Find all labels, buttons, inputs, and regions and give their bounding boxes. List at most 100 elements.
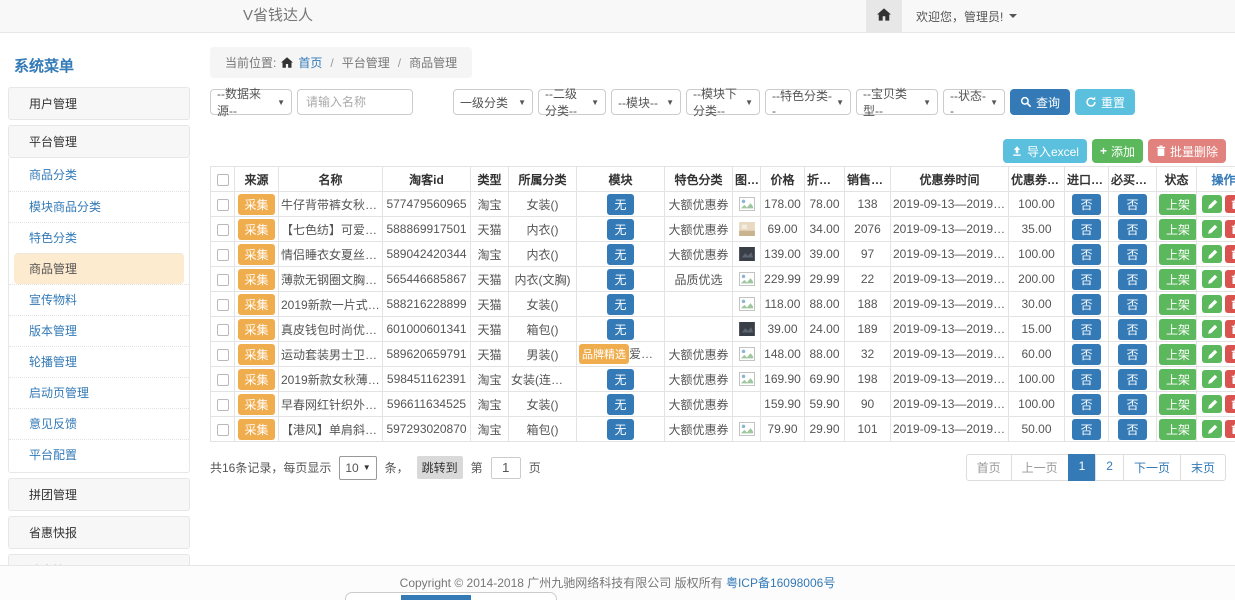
- sidebar-item-5[interactable]: 商品管理: [14, 253, 184, 284]
- module-subcategory-select[interactable]: --模块下分类--▼: [686, 89, 760, 115]
- import-select-toggle[interactable]: 否: [1072, 369, 1100, 390]
- delete-button[interactable]: [1225, 295, 1235, 313]
- import-select-toggle[interactable]: 否: [1072, 419, 1100, 440]
- must-buy-toggle[interactable]: 否: [1118, 369, 1146, 390]
- row-checkbox[interactable]: [217, 249, 229, 261]
- sidebar-item-7[interactable]: 版本管理: [9, 315, 189, 346]
- import-select-toggle[interactable]: 否: [1072, 294, 1100, 315]
- status-button[interactable]: 上架: [1159, 369, 1197, 390]
- home-button[interactable]: [866, 0, 902, 32]
- sidebar-item-3[interactable]: 模块商品分类: [9, 191, 189, 222]
- sidebar-item-0[interactable]: 用户管理: [8, 87, 190, 120]
- must-buy-toggle[interactable]: 否: [1118, 394, 1146, 415]
- prev-page-button[interactable]: 上一页: [1011, 454, 1069, 481]
- per-page-select[interactable]: 10 ▼: [339, 456, 376, 480]
- edit-button[interactable]: [1202, 345, 1222, 363]
- import-select-toggle[interactable]: 否: [1072, 344, 1100, 365]
- status-button[interactable]: 上架: [1159, 244, 1197, 265]
- import-select-toggle[interactable]: 否: [1072, 319, 1100, 340]
- sidebar-item-13[interactable]: 省惠快报: [8, 516, 190, 549]
- sidebar-item-10[interactable]: 意见反馈: [9, 408, 189, 439]
- must-buy-toggle[interactable]: 否: [1118, 419, 1146, 440]
- edit-button[interactable]: [1202, 320, 1222, 338]
- sidebar-item-11[interactable]: 平台配置: [9, 439, 189, 470]
- delete-button[interactable]: [1225, 370, 1235, 388]
- status-button[interactable]: 上架: [1159, 219, 1197, 240]
- status-button[interactable]: 上架: [1159, 319, 1197, 340]
- delete-button[interactable]: [1225, 195, 1235, 213]
- first-page-button[interactable]: 首页: [966, 454, 1012, 481]
- search-button[interactable]: 查询: [1010, 89, 1070, 115]
- status-button[interactable]: 上架: [1159, 294, 1197, 315]
- row-checkbox[interactable]: [217, 424, 229, 436]
- delete-button[interactable]: [1225, 220, 1235, 238]
- delete-button[interactable]: [1225, 395, 1235, 413]
- sidebar-item-4[interactable]: 特色分类: [9, 222, 189, 253]
- row-checkbox[interactable]: [217, 299, 229, 311]
- sidebar-item-6[interactable]: 宣传物料: [9, 284, 189, 315]
- jump-button[interactable]: 跳转到: [417, 456, 463, 479]
- status-button[interactable]: 上架: [1159, 194, 1197, 215]
- row-checkbox[interactable]: [217, 199, 229, 211]
- edit-button[interactable]: [1202, 420, 1222, 438]
- must-buy-toggle[interactable]: 否: [1118, 219, 1146, 240]
- feature-category-select[interactable]: --特色分类--▼: [765, 89, 851, 115]
- edit-button[interactable]: [1202, 395, 1222, 413]
- must-buy-toggle[interactable]: 否: [1118, 269, 1146, 290]
- sidebar-item-1[interactable]: 平台管理: [8, 125, 190, 158]
- edit-button[interactable]: [1202, 220, 1222, 238]
- page-number-input[interactable]: [491, 457, 521, 479]
- sidebar-item-8[interactable]: 轮播管理: [9, 346, 189, 377]
- status-button[interactable]: 上架: [1159, 419, 1197, 440]
- must-buy-toggle[interactable]: 否: [1118, 319, 1146, 340]
- status-button[interactable]: 上架: [1159, 394, 1197, 415]
- delete-button[interactable]: [1225, 245, 1235, 263]
- page-1-button[interactable]: 1: [1068, 454, 1097, 481]
- sidebar-item-2[interactable]: 商品分类: [9, 160, 189, 191]
- sidebar-item-9[interactable]: 启动页管理: [9, 377, 189, 408]
- row-checkbox[interactable]: [217, 274, 229, 286]
- module-select[interactable]: --模块--▼: [611, 89, 681, 115]
- row-checkbox[interactable]: [217, 399, 229, 411]
- data-source-select[interactable]: --数据来源--▼: [210, 89, 292, 115]
- delete-button[interactable]: [1225, 420, 1235, 438]
- edit-button[interactable]: [1202, 370, 1222, 388]
- name-search-input[interactable]: [297, 89, 413, 115]
- breadcrumb-home-link[interactable]: 首页: [298, 54, 322, 71]
- item-type-select[interactable]: --宝贝类型--▼: [856, 89, 938, 115]
- row-checkbox[interactable]: [217, 374, 229, 386]
- import-select-toggle[interactable]: 否: [1072, 194, 1100, 215]
- must-buy-toggle[interactable]: 否: [1118, 194, 1146, 215]
- row-checkbox[interactable]: [217, 224, 229, 236]
- import-excel-button[interactable]: 导入excel: [1003, 139, 1087, 163]
- import-select-toggle[interactable]: 否: [1072, 394, 1100, 415]
- delete-button[interactable]: [1225, 345, 1235, 363]
- last-page-button[interactable]: 末页: [1180, 454, 1226, 481]
- level1-category-select[interactable]: 一级分类▼: [453, 89, 533, 115]
- add-button[interactable]: + 添加: [1092, 139, 1143, 163]
- next-page-button[interactable]: 下一页: [1123, 454, 1181, 481]
- level2-category-select[interactable]: --二级分类--▼: [538, 89, 606, 115]
- import-select-toggle[interactable]: 否: [1072, 244, 1100, 265]
- import-select-toggle[interactable]: 否: [1072, 269, 1100, 290]
- delete-button[interactable]: [1225, 320, 1235, 338]
- edit-button[interactable]: [1202, 195, 1222, 213]
- must-buy-toggle[interactable]: 否: [1118, 344, 1146, 365]
- user-menu[interactable]: 欢迎您，管理员!: [902, 0, 1031, 32]
- import-select-toggle[interactable]: 否: [1072, 219, 1100, 240]
- row-checkbox[interactable]: [217, 349, 229, 361]
- status-button[interactable]: 上架: [1159, 269, 1197, 290]
- select-all-checkbox[interactable]: [217, 174, 229, 186]
- row-checkbox[interactable]: [217, 324, 229, 336]
- reset-button[interactable]: 重置: [1075, 89, 1135, 115]
- page-2-button[interactable]: 2: [1095, 454, 1124, 481]
- edit-button[interactable]: [1202, 295, 1222, 313]
- edit-button[interactable]: [1202, 270, 1222, 288]
- must-buy-toggle[interactable]: 否: [1118, 294, 1146, 315]
- status-button[interactable]: 上架: [1159, 344, 1197, 365]
- edit-button[interactable]: [1202, 245, 1222, 263]
- delete-button[interactable]: [1225, 270, 1235, 288]
- status-select[interactable]: --状态--▼: [943, 89, 1005, 115]
- icp-link[interactable]: 粤ICP备16098006号: [726, 576, 835, 590]
- batch-delete-button[interactable]: 批量删除: [1148, 139, 1226, 163]
